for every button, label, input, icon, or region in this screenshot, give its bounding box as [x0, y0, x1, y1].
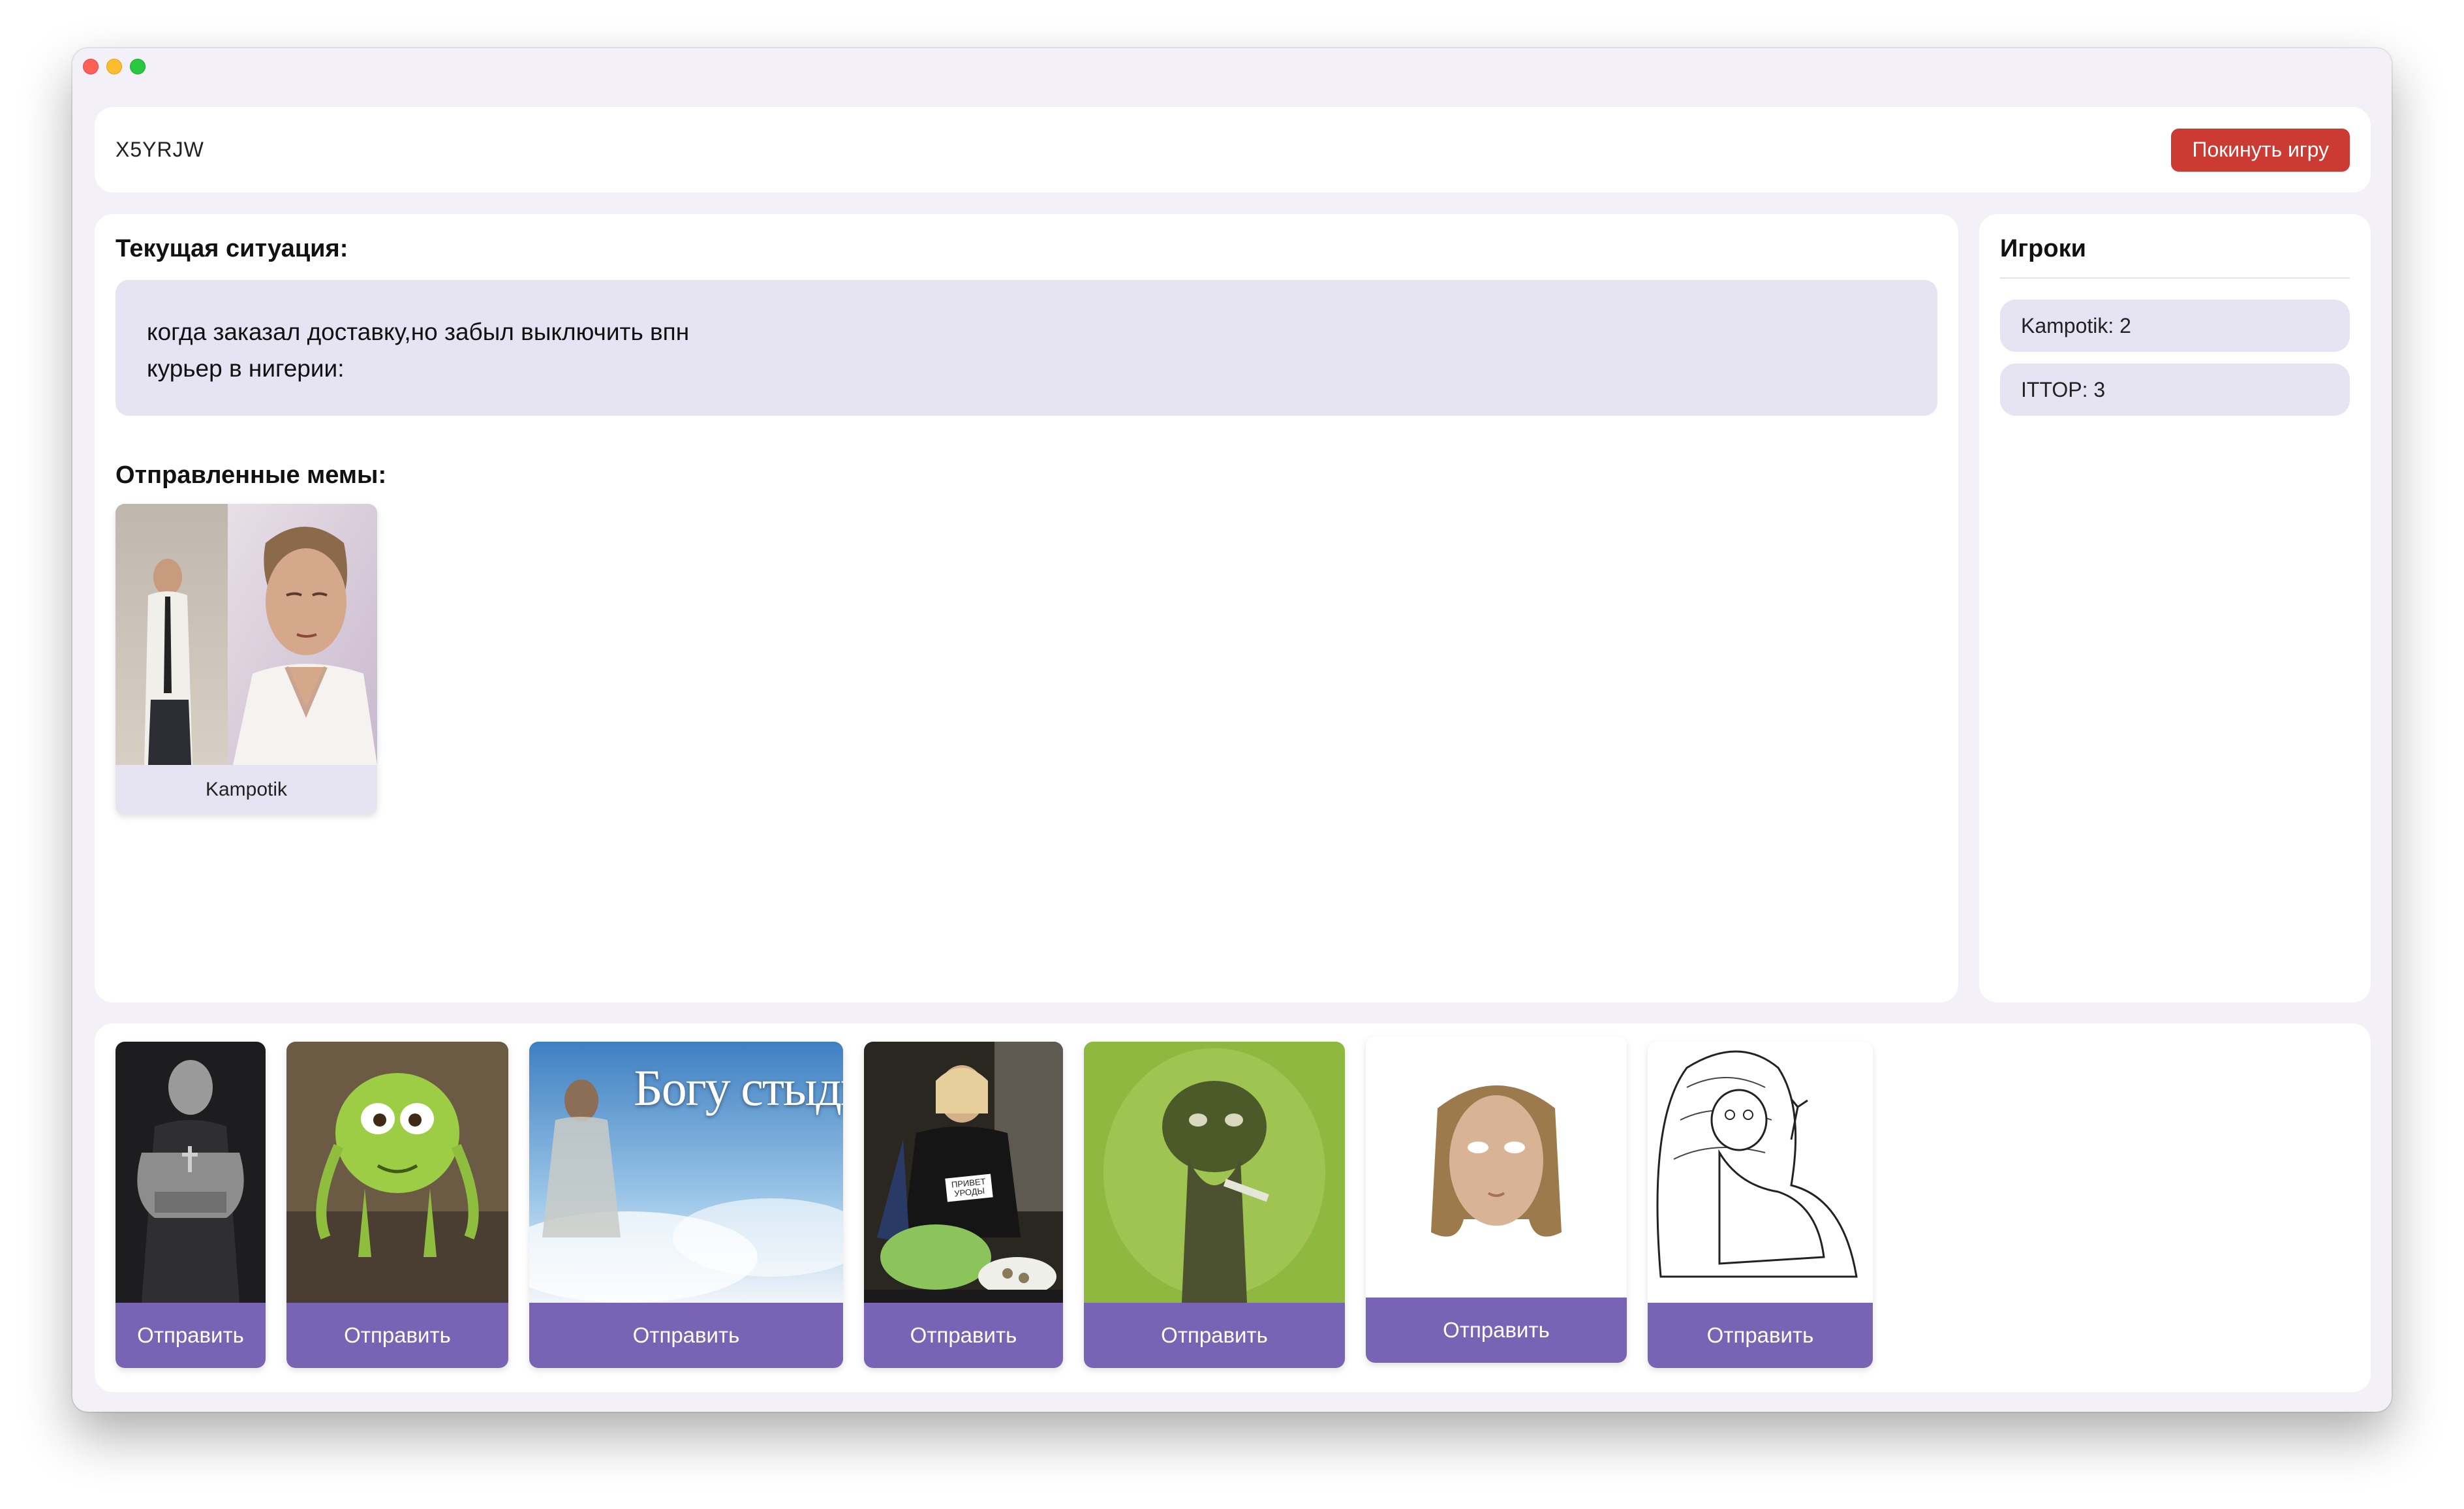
- send-meme-button[interactable]: Отправить: [529, 1303, 843, 1368]
- sent-meme-image: [116, 504, 377, 765]
- minimize-window-button[interactable]: [106, 59, 122, 74]
- situation-line-2: курьер в нигерии:: [147, 355, 345, 382]
- hand-meme-card: Отправить: [1084, 1042, 1345, 1368]
- hand-meme-image: [1084, 1042, 1345, 1303]
- close-window-button[interactable]: [83, 59, 99, 74]
- situation-box: когда заказал доставку,но забыл выключит…: [116, 280, 1937, 416]
- hand-meme-image: [116, 1042, 266, 1303]
- meme-hand: Отправить Отправить Богу стыд Отправить …: [95, 1023, 2371, 1392]
- players-panel: Игроки Kampotik: 2 ITTOP: 3: [1979, 214, 2371, 1003]
- hand-meme-image: [1366, 1036, 1627, 1298]
- sent-meme-author: Kampotik: [205, 779, 288, 800]
- meme-sign: ПРИВЕТ УРОДЫ: [945, 1174, 993, 1202]
- leave-game-button[interactable]: Покинуть игру: [2171, 128, 2350, 172]
- hand-meme-card: Отправить: [286, 1042, 508, 1368]
- send-meme-button[interactable]: Отправить: [1648, 1303, 1873, 1368]
- hand-meme-card: Богу стыдно Отправить: [529, 1042, 843, 1368]
- hand-meme-image: ПРИВЕТ УРОДЫ: [864, 1042, 1063, 1303]
- game-board: Текущая ситуация: когда заказал доставку…: [95, 214, 1958, 1003]
- hand-meme-image: [1648, 1042, 1873, 1303]
- hand-meme-card: Отправить: [1366, 1036, 1627, 1363]
- room-code: X5YRJW: [116, 138, 204, 161]
- maximize-window-button[interactable]: [130, 59, 146, 74]
- hand-meme-image: Богу стыдно: [529, 1042, 843, 1303]
- players-heading: Игроки: [2000, 235, 2350, 279]
- send-meme-button[interactable]: Отправить: [286, 1303, 508, 1368]
- situation-line-1: когда заказал доставку,но забыл выключит…: [147, 319, 690, 345]
- sent-memes-list: Kampotik: [116, 504, 1937, 815]
- player-item: ITTOP: 3: [2000, 364, 2350, 416]
- sent-memes-heading: Отправленные мемы:: [116, 461, 387, 489]
- app-window: X5YRJW Покинуть игру Текущая ситуация: к…: [72, 48, 2392, 1412]
- meme-caption: Богу стыдно: [634, 1059, 843, 1116]
- hand-meme-card: ПРИВЕТ УРОДЫ Отправить: [864, 1042, 1063, 1368]
- player-item: Kampotik: 2: [2000, 300, 2350, 352]
- hand-meme-image: [286, 1042, 508, 1303]
- send-meme-button[interactable]: Отправить: [864, 1303, 1063, 1368]
- window-controls: [83, 59, 146, 74]
- situation-heading: Текущая ситуация:: [116, 235, 348, 262]
- send-meme-button[interactable]: Отправить: [116, 1303, 266, 1368]
- game-header: X5YRJW Покинуть игру: [95, 107, 2371, 193]
- send-meme-button[interactable]: Отправить: [1366, 1298, 1627, 1363]
- hand-meme-card: Отправить: [116, 1042, 266, 1368]
- send-meme-button[interactable]: Отправить: [1084, 1303, 1345, 1368]
- sent-meme-card[interactable]: Kampotik: [116, 504, 377, 815]
- hand-meme-card: Отправить: [1648, 1042, 1873, 1368]
